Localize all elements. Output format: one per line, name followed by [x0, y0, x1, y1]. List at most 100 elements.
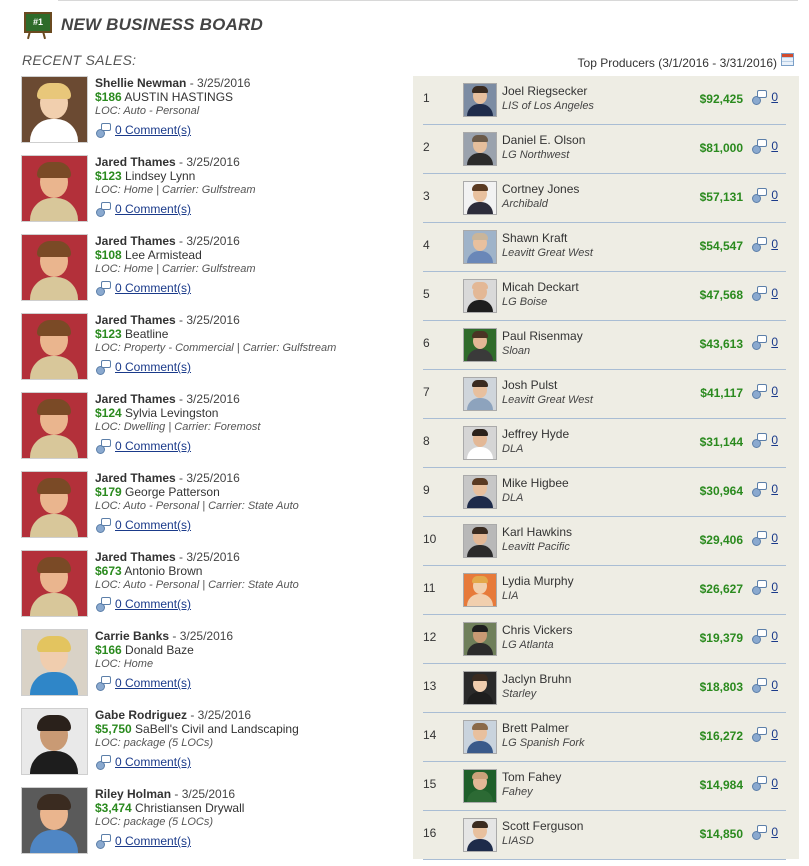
agent-name[interactable]: Riley Holman — [95, 787, 171, 801]
comments-link[interactable]: 0 — [771, 776, 778, 790]
avatar[interactable] — [21, 234, 88, 301]
agent-name[interactable]: Shellie Newman — [95, 76, 186, 90]
comments-link[interactable]: 0 Comment(s) — [115, 676, 191, 690]
comments-link[interactable]: 0 — [771, 678, 778, 692]
comment-icon[interactable] — [751, 678, 768, 693]
producer-name[interactable]: Micah Deckart — [502, 280, 579, 294]
comment-icon[interactable] — [95, 755, 111, 770]
comments-link[interactable]: 0 — [771, 482, 778, 496]
producer-name[interactable]: Mike Higbee — [502, 476, 569, 490]
avatar[interactable] — [21, 313, 88, 380]
comments-link[interactable]: 0 — [771, 90, 778, 104]
comments-link[interactable]: 0 — [771, 580, 778, 594]
comment-icon[interactable] — [751, 237, 768, 252]
comment-icon[interactable] — [95, 518, 111, 533]
producer-name[interactable]: Karl Hawkins — [502, 525, 572, 539]
producer-name[interactable]: Josh Pulst — [502, 378, 557, 392]
avatar[interactable] — [21, 708, 88, 775]
comment-icon[interactable] — [95, 676, 111, 691]
comments-link[interactable]: 0 — [771, 629, 778, 643]
comment-icon[interactable] — [751, 90, 768, 105]
producer-avatar[interactable] — [463, 524, 497, 558]
producer-avatar[interactable] — [463, 622, 497, 656]
comment-icon[interactable] — [751, 531, 768, 546]
producer-name[interactable]: Scott Ferguson — [502, 819, 583, 833]
producer-avatar[interactable] — [463, 475, 497, 509]
producer-name[interactable]: Daniel E. Olson — [502, 133, 585, 147]
agent-name[interactable]: Jared Thames — [95, 550, 176, 564]
producer-avatar[interactable] — [463, 132, 497, 166]
producer-avatar[interactable] — [463, 769, 497, 803]
agent-name[interactable]: Gabe Rodriguez — [95, 708, 187, 722]
agent-name[interactable]: Jared Thames — [95, 234, 176, 248]
agent-name[interactable]: Jared Thames — [95, 471, 176, 485]
producer-avatar[interactable] — [463, 573, 497, 607]
avatar[interactable] — [21, 392, 88, 459]
comment-icon[interactable] — [95, 281, 111, 296]
comment-icon[interactable] — [751, 286, 768, 301]
comment-icon[interactable] — [751, 433, 768, 448]
avatar[interactable] — [21, 155, 88, 222]
agent-name[interactable]: Jared Thames — [95, 155, 176, 169]
comments-link[interactable]: 0 Comment(s) — [115, 439, 191, 453]
producer-avatar[interactable] — [463, 230, 497, 264]
comment-icon[interactable] — [751, 482, 768, 497]
producer-name[interactable]: Cortney Jones — [502, 182, 579, 196]
producer-avatar[interactable] — [463, 377, 497, 411]
producer-avatar[interactable] — [463, 83, 497, 117]
comments-link[interactable]: 0 — [771, 433, 778, 447]
comment-icon[interactable] — [95, 123, 111, 138]
comment-icon[interactable] — [95, 439, 111, 454]
producer-name[interactable]: Chris Vickers — [502, 623, 572, 637]
comments-link[interactable]: 0 — [771, 188, 778, 202]
comment-icon[interactable] — [751, 727, 768, 742]
producer-avatar[interactable] — [463, 818, 497, 852]
producer-avatar[interactable] — [463, 720, 497, 754]
comments-link[interactable]: 0 — [771, 531, 778, 545]
comments-link[interactable]: 0 — [771, 727, 778, 741]
agent-name[interactable]: Carrie Banks — [95, 629, 169, 643]
comments-link[interactable]: 0 Comment(s) — [115, 123, 191, 137]
comment-icon[interactable] — [751, 776, 768, 791]
producer-avatar[interactable] — [463, 279, 497, 313]
producer-avatar[interactable] — [463, 671, 497, 705]
comment-icon[interactable] — [751, 335, 768, 350]
producer-name[interactable]: Lydia Murphy — [502, 574, 574, 588]
comments-link[interactable]: 0 — [771, 286, 778, 300]
comments-link[interactable]: 0 — [771, 335, 778, 349]
comment-icon[interactable] — [751, 825, 768, 840]
producer-name[interactable]: Joel Riegsecker — [502, 84, 587, 98]
avatar[interactable] — [21, 550, 88, 617]
comments-link[interactable]: 0 Comment(s) — [115, 834, 191, 848]
producer-name[interactable]: Shawn Kraft — [502, 231, 567, 245]
comment-icon[interactable] — [95, 202, 111, 217]
comment-icon[interactable] — [751, 629, 768, 644]
comment-icon[interactable] — [95, 597, 111, 612]
producer-name[interactable]: Paul Risenmay — [502, 329, 583, 343]
comments-link[interactable]: 0 Comment(s) — [115, 202, 191, 216]
producer-name[interactable]: Jeffrey Hyde — [502, 427, 569, 441]
comment-icon[interactable] — [751, 139, 768, 154]
comment-icon[interactable] — [95, 360, 111, 375]
producer-avatar[interactable] — [463, 426, 497, 460]
comments-link[interactable]: 0 — [771, 825, 778, 839]
calendar-icon[interactable] — [781, 53, 794, 66]
comments-link[interactable]: 0 — [771, 384, 778, 398]
comment-icon[interactable] — [751, 188, 768, 203]
comments-link[interactable]: 0 — [771, 237, 778, 251]
avatar[interactable] — [21, 629, 88, 696]
comments-link[interactable]: 0 Comment(s) — [115, 518, 191, 532]
agent-name[interactable]: Jared Thames — [95, 392, 176, 406]
avatar[interactable] — [21, 76, 88, 143]
agent-name[interactable]: Jared Thames — [95, 313, 176, 327]
comments-link[interactable]: 0 Comment(s) — [115, 597, 191, 611]
avatar[interactable] — [21, 787, 88, 854]
producer-name[interactable]: Tom Fahey — [502, 770, 561, 784]
comment-icon[interactable] — [95, 834, 111, 849]
comment-icon[interactable] — [751, 580, 768, 595]
comments-link[interactable]: 0 Comment(s) — [115, 281, 191, 295]
producer-avatar[interactable] — [463, 328, 497, 362]
comments-link[interactable]: 0 Comment(s) — [115, 755, 191, 769]
comments-link[interactable]: 0 — [771, 139, 778, 153]
producer-name[interactable]: Jaclyn Bruhn — [502, 672, 571, 686]
